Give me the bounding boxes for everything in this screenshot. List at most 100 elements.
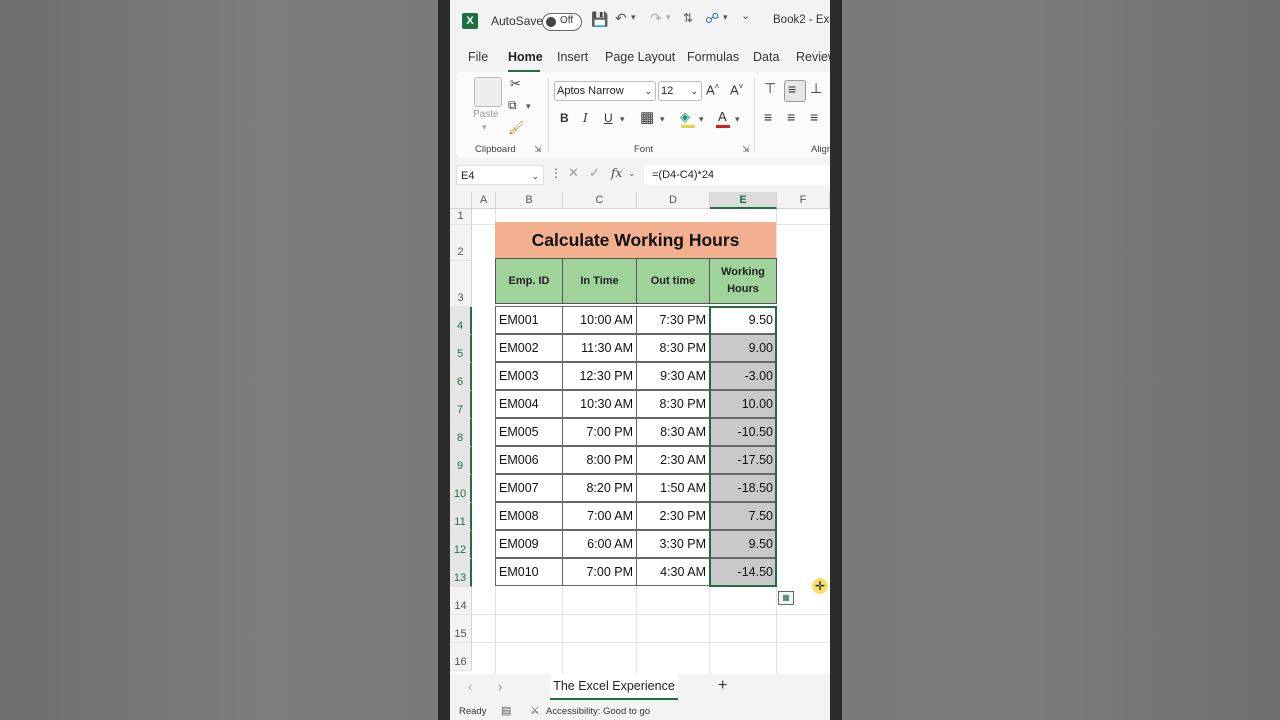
font-color-icon[interactable]: A	[718, 109, 727, 124]
share-dropdown-icon[interactable]: ▾	[723, 12, 728, 23]
align-right-icon[interactable]: ≡	[810, 109, 818, 125]
row-header[interactable]: 3	[450, 261, 472, 307]
align-left-icon[interactable]: ≡	[764, 109, 772, 125]
paste-dropdown-icon[interactable]: ▾	[482, 122, 487, 133]
column-header-f[interactable]: F	[777, 192, 830, 209]
cell-emp-id[interactable]: EM001	[495, 306, 563, 334]
header-cell-in-time[interactable]: In Time	[562, 258, 637, 304]
cell-working-hours[interactable]: 10.00	[709, 390, 777, 418]
tab-formulas[interactable]: Formulas	[687, 50, 739, 64]
cell-working-hours[interactable]: -3.00	[709, 362, 777, 390]
row-header[interactable]: 11	[450, 503, 472, 531]
copy-dropdown-icon[interactable]: ▾	[526, 101, 531, 112]
row-header[interactable]: 14	[450, 587, 472, 615]
cell-out-time[interactable]: 3:30 PM	[636, 530, 710, 558]
cell-in-time[interactable]: 10:00 AM	[562, 306, 637, 334]
cell-emp-id[interactable]: EM004	[495, 390, 563, 418]
tab-page-layout[interactable]: Page Layout	[605, 50, 675, 64]
header-cell-working-hours[interactable]: Working Hours	[709, 258, 777, 304]
cell-working-hours[interactable]: -17.50	[709, 446, 777, 474]
cell-out-time[interactable]: 2:30 PM	[636, 502, 710, 530]
underline-dropdown-icon[interactable]: ▾	[620, 114, 625, 125]
cell-in-time[interactable]: 7:00 AM	[562, 502, 637, 530]
row-header[interactable]: 4	[450, 307, 472, 335]
align-bottom-icon[interactable]: ⊥	[810, 80, 822, 97]
tab-insert[interactable]: Insert	[557, 50, 588, 64]
align-middle-button[interactable]: ≡	[784, 80, 806, 102]
scroll-right-icon[interactable]: ›	[498, 679, 502, 694]
cell-emp-id[interactable]: EM005	[495, 418, 563, 446]
paste-icon[interactable]	[474, 77, 502, 107]
row-header[interactable]: 6	[450, 363, 472, 391]
cell-in-time[interactable]: 11:30 AM	[562, 334, 637, 362]
insert-function-icon[interactable]: fx	[611, 166, 622, 180]
cell-out-time[interactable]: 8:30 PM	[636, 390, 710, 418]
scroll-left-icon[interactable]: ‹	[468, 679, 472, 694]
column-header-b[interactable]: B	[496, 192, 563, 209]
cell-in-time[interactable]: 10:30 AM	[562, 390, 637, 418]
enter-icon[interactable]: ✓	[589, 165, 600, 181]
cell-out-time[interactable]: 8:30 PM	[636, 334, 710, 362]
tab-data[interactable]: Data	[753, 50, 779, 64]
row-header[interactable]: 5	[450, 335, 472, 363]
cell-in-time[interactable]: 8:20 PM	[562, 474, 637, 502]
sort-icon[interactable]: ⇅	[683, 11, 693, 25]
row-header[interactable]: 8	[450, 419, 472, 447]
column-header-c[interactable]: C	[563, 192, 637, 209]
header-cell-out-time[interactable]: Out time	[636, 258, 710, 304]
italic-button[interactable]: I	[583, 111, 588, 125]
font-size-select[interactable]: 12 ⌄	[658, 81, 702, 101]
undo-dropdown-icon[interactable]: ▾	[631, 12, 636, 23]
cut-icon[interactable]: ✂	[510, 76, 521, 92]
font-color-dropdown-icon[interactable]: ▾	[735, 114, 740, 125]
underline-button[interactable]: U	[604, 111, 613, 125]
cell-in-time[interactable]: 7:00 PM	[562, 418, 637, 446]
column-header-a[interactable]: A	[472, 192, 496, 209]
increase-font-icon[interactable]: A˄	[706, 82, 719, 97]
row-header[interactable]: 9	[450, 447, 472, 475]
format-painter-icon[interactable]: 🖌	[508, 120, 525, 136]
cell-emp-id[interactable]: EM007	[495, 474, 563, 502]
cell-working-hours[interactable]: -18.50	[709, 474, 777, 502]
cell-emp-id[interactable]: EM008	[495, 502, 563, 530]
cell-emp-id[interactable]: EM006	[495, 446, 563, 474]
cell-out-time[interactable]: 2:30 AM	[636, 446, 710, 474]
borders-icon[interactable]: ▦	[640, 108, 654, 126]
cancel-icon[interactable]: ✕	[568, 165, 579, 181]
sheet-title-cell[interactable]: Calculate Working Hours	[495, 222, 776, 258]
autosave-toggle[interactable]: Off	[542, 13, 582, 31]
copy-icon[interactable]: ⧉	[508, 98, 517, 113]
row-header[interactable]: 13	[450, 559, 472, 587]
cell-emp-id[interactable]: EM009	[495, 530, 563, 558]
fill-dropdown-icon[interactable]: ▾	[699, 114, 704, 125]
cell-in-time[interactable]: 12:30 PM	[562, 362, 637, 390]
tab-review[interactable]: Review	[796, 50, 830, 64]
cell-emp-id[interactable]: EM003	[495, 362, 563, 390]
worksheet-grid[interactable]: A B C D E F 1 2 3 4 5 6 7 8 9 10 11 12 1…	[450, 192, 830, 674]
row-header[interactable]: 1	[450, 209, 472, 225]
cell-out-time[interactable]: 1:50 AM	[636, 474, 710, 502]
cell-working-hours[interactable]: -14.50	[709, 558, 777, 586]
bold-button[interactable]: B	[560, 111, 569, 125]
formula-input[interactable]: =(D4-C4)*24	[644, 165, 830, 185]
tab-file[interactable]: File	[468, 50, 488, 64]
cell-working-hours[interactable]: 7.50	[709, 502, 777, 530]
cell-out-time[interactable]: 4:30 AM	[636, 558, 710, 586]
redo-dropdown-icon[interactable]: ▾	[666, 12, 671, 23]
row-header[interactable]: 12	[450, 531, 472, 559]
font-name-select[interactable]: Aptos Narrow ⌄	[554, 81, 656, 101]
cell-emp-id[interactable]: EM002	[495, 334, 563, 362]
undo-icon[interactable]: ↶	[615, 10, 627, 27]
save-icon[interactable]: 💾	[591, 11, 608, 28]
column-header-e[interactable]: E	[710, 192, 777, 209]
font-launcher-icon[interactable]: ⇲	[742, 144, 750, 155]
cell-in-time[interactable]: 8:00 PM	[562, 446, 637, 474]
select-all-corner[interactable]	[450, 192, 472, 209]
sheet-tab-active[interactable]: The Excel Experience	[550, 674, 678, 700]
cell-working-hours[interactable]: 9.50	[709, 306, 777, 334]
cell-out-time[interactable]: 7:30 PM	[636, 306, 710, 334]
customize-toolbar-icon[interactable]: ⌄	[741, 9, 750, 22]
name-box[interactable]: E4 ⌄	[456, 165, 544, 185]
row-header[interactable]: 10	[450, 475, 472, 503]
add-sheet-icon[interactable]: +	[718, 677, 727, 695]
